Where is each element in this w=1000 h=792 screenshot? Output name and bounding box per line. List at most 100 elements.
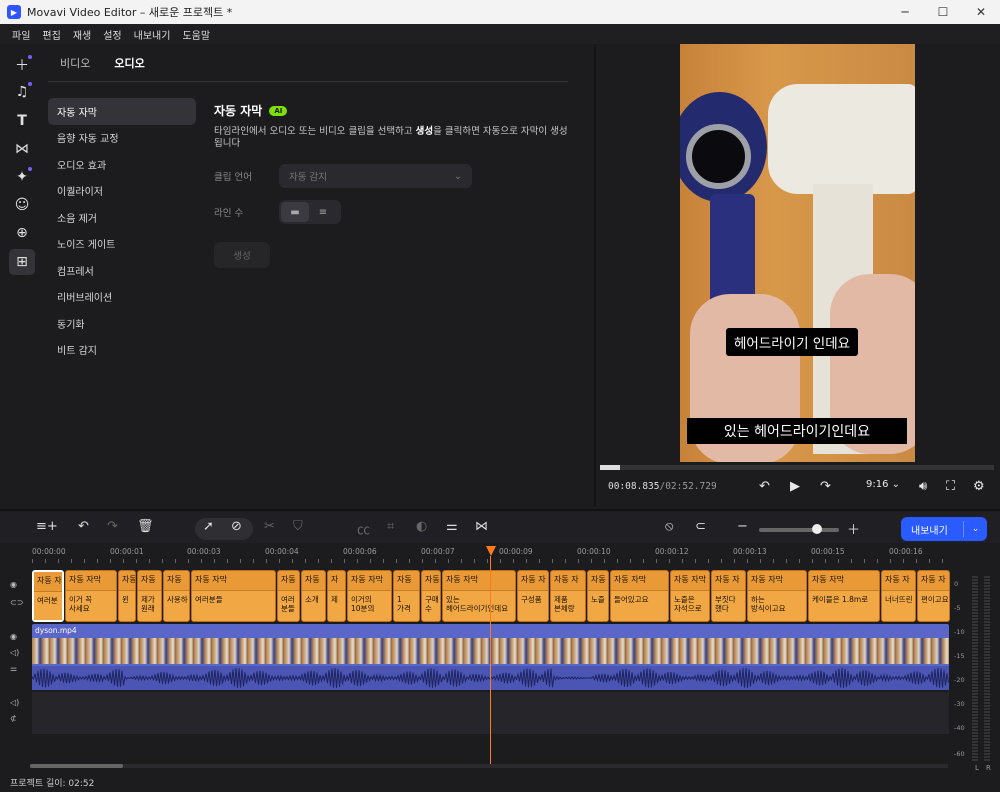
marker-icon[interactable]: ⛉ — [293, 519, 303, 534]
menu-help[interactable]: 도움말 — [182, 27, 210, 42]
step-forward-icon[interactable]: ↷ — [820, 479, 831, 494]
delete-icon[interactable]: 🗑︎ — [137, 519, 154, 534]
tab-video[interactable]: 비디오 — [48, 55, 102, 71]
export-button[interactable]: 내보내기 ⌄ — [901, 517, 987, 541]
subtitle-overlay-bottom[interactable]: 있는 헤어드라이기인데요 — [687, 418, 907, 444]
preview-progress-bar[interactable] — [600, 465, 994, 470]
cut-icon[interactable]: ✂ — [264, 519, 275, 534]
menu-playback[interactable]: 재생 — [73, 27, 91, 42]
playhead-line[interactable] — [490, 556, 491, 764]
tab-audio[interactable]: 오디오 — [102, 55, 156, 71]
fullscreen-icon[interactable]: ⛶ — [946, 479, 955, 494]
transition-tool-icon[interactable]: ⋈ — [475, 519, 488, 534]
category-auto-subtitles[interactable]: 자동 자막 — [48, 98, 196, 125]
subtitle-clip[interactable]: 자동 윈 — [118, 570, 136, 622]
category-audio-effects[interactable]: 오디오 효과 — [48, 151, 196, 178]
sticker-icon[interactable]: ☺ — [9, 192, 35, 218]
subtitle-clip[interactable]: 자동 자 여러분 — [32, 570, 64, 622]
audio-icon[interactable]: ◁) — [10, 698, 19, 707]
double-line-icon[interactable]: ≡ — [309, 202, 337, 222]
category-auto-sound-correction[interactable]: 음향 자동 교정 — [48, 125, 196, 152]
menu-settings[interactable]: 설정 — [103, 27, 121, 42]
timeline-scroll-thumb[interactable] — [30, 764, 123, 768]
eye-icon[interactable]: ◉ — [10, 580, 17, 589]
blade-mode-icon[interactable]: ⊘ — [231, 519, 242, 534]
menu-edit[interactable]: 편집 — [42, 27, 60, 42]
subtitle-overlay-top[interactable]: 헤어드라이기 인데요 — [726, 328, 859, 356]
menu-export[interactable]: 내보내기 — [134, 27, 171, 42]
minimize-button[interactable]: ─ — [886, 0, 924, 24]
filter-icon[interactable]: ⚌ — [10, 664, 17, 673]
zoom-out-icon[interactable]: − — [737, 519, 748, 534]
close-button[interactable]: ✕ — [962, 0, 1000, 24]
music-icon[interactable]: ♫ — [9, 79, 35, 105]
vu-scale-label: -60 — [954, 750, 965, 758]
playhead-handle[interactable] — [486, 546, 496, 556]
play-icon[interactable]: ▶ — [790, 479, 800, 494]
undo-icon[interactable]: ↶ — [78, 519, 89, 534]
text-icon[interactable]: T — [9, 108, 35, 134]
category-sync[interactable]: 동기화 — [48, 310, 196, 337]
pointer-icon[interactable]: ➚ — [203, 519, 214, 534]
subtitle-clip[interactable]: 자동 자 부짓다 했다 — [711, 570, 746, 622]
subtitle-clip[interactable]: 자동 구매 수 — [421, 570, 441, 622]
subtitle-clip[interactable]: 자동 자 제품 본체랑 — [550, 570, 586, 622]
eye-icon[interactable]: ◉ — [10, 632, 17, 641]
link-icon[interactable]: ⊂⊃ — [10, 598, 23, 607]
subtitle-clip[interactable]: 자동 자막 여러분들 — [191, 570, 276, 622]
subtitle-clip[interactable]: 자동 사용하 — [163, 570, 190, 622]
subtitle-clip[interactable]: 자동 자 너너뜨린 — [881, 570, 916, 622]
step-back-icon[interactable]: ↶ — [759, 479, 770, 494]
transition-icon[interactable]: ⋈ — [9, 136, 35, 162]
magic-wand-icon[interactable]: ✦ — [9, 164, 35, 190]
redo-icon[interactable]: ↷ — [107, 519, 118, 534]
language-select[interactable]: 자동 감지 ⌄ — [279, 164, 472, 188]
subtitle-clip[interactable]: 자동 여러 분들 — [277, 570, 300, 622]
subtitle-clip[interactable]: 자동 자막 이거 꼭 사세요 — [65, 570, 117, 622]
category-beat-detection[interactable]: 비트 감지 — [48, 337, 196, 364]
magnet-icon[interactable]: ⊂ — [695, 519, 706, 534]
add-track-icon[interactable]: ≡+ — [36, 519, 58, 534]
single-line-icon[interactable]: ▬ — [281, 202, 309, 222]
subtitle-clip[interactable]: 자동 노즐 — [587, 570, 609, 622]
maximize-button[interactable]: ☐ — [924, 0, 962, 24]
subtitle-clip[interactable]: 자동 자 편이고요 — [917, 570, 950, 622]
zoom-slider-knob[interactable] — [812, 524, 822, 534]
subtitle-clip[interactable]: 자동 소개 — [301, 570, 326, 622]
category-equalizer[interactable]: 이퀄라이저 — [48, 178, 196, 205]
subtitle-clip[interactable]: 자동 자 구성품 — [517, 570, 549, 622]
category-reverb[interactable]: 리버브레이션 — [48, 284, 196, 311]
crop-icon[interactable]: ⌗ — [387, 519, 394, 534]
subtitle-clip[interactable]: 자동 자막 노즐은 자석으로 — [670, 570, 710, 622]
zoom-in-icon[interactable]: ＋ — [847, 519, 860, 538]
category-noise-removal[interactable]: 소음 제거 — [48, 204, 196, 231]
subtitle-clip[interactable]: 자동 자막 하는 방식이고요 — [747, 570, 807, 622]
generate-button[interactable]: 생성 — [214, 242, 270, 268]
audio-icon[interactable]: ◁) — [10, 648, 19, 657]
more-tools-icon[interactable]: ⊞ — [9, 249, 35, 275]
timeline-scrollbar[interactable] — [30, 764, 948, 768]
subtitle-clip[interactable]: 자동 1 가격 — [393, 570, 420, 622]
subtitle-clip[interactable]: 자동 자막 케이블은 1.8m로 — [808, 570, 880, 622]
subtitle-clip[interactable]: 자동 자막 들어있고요 — [610, 570, 669, 622]
subtitle-clip[interactable]: 자동 자막 이거의 10분의 — [347, 570, 392, 622]
captions-icon[interactable]: ㏄ — [357, 519, 370, 538]
mute-icon[interactable]: ⦸ — [665, 519, 673, 534]
category-compressor[interactable]: 컴프레서 — [48, 257, 196, 284]
volume-icon[interactable]: 🔊︎ — [919, 479, 927, 494]
color-adjust-icon[interactable]: ◐ — [416, 519, 427, 534]
aspect-ratio-select[interactable]: 9:16 ⌄ — [866, 479, 900, 490]
plus-icon[interactable]: ＋ — [9, 52, 35, 78]
adjust-sliders-icon[interactable]: ⚌ — [446, 519, 458, 534]
subtitle-clip[interactable]: 자동 자막 있는 헤어드라이기인데요 — [442, 570, 516, 622]
subtitle-clip[interactable]: 자제 — [327, 570, 346, 622]
chevron-down-icon[interactable]: ⌄ — [964, 524, 987, 534]
menu-file[interactable]: 파일 — [12, 27, 30, 42]
store-icon[interactable]: ⊕ — [9, 220, 35, 246]
unlink-icon[interactable]: ⊄ — [10, 714, 17, 723]
settings-gear-icon[interactable]: ⚙ — [973, 479, 985, 494]
zoom-slider[interactable] — [759, 528, 839, 532]
subtitle-clip[interactable]: 자동 제가 원래 — [137, 570, 162, 622]
category-noise-gate[interactable]: 노이즈 게이트 — [48, 231, 196, 258]
timeline-ruler[interactable]: 00:00:00 00:00:01 00:00:03 00:00:04 00:00:06… — [0, 545, 1000, 565]
